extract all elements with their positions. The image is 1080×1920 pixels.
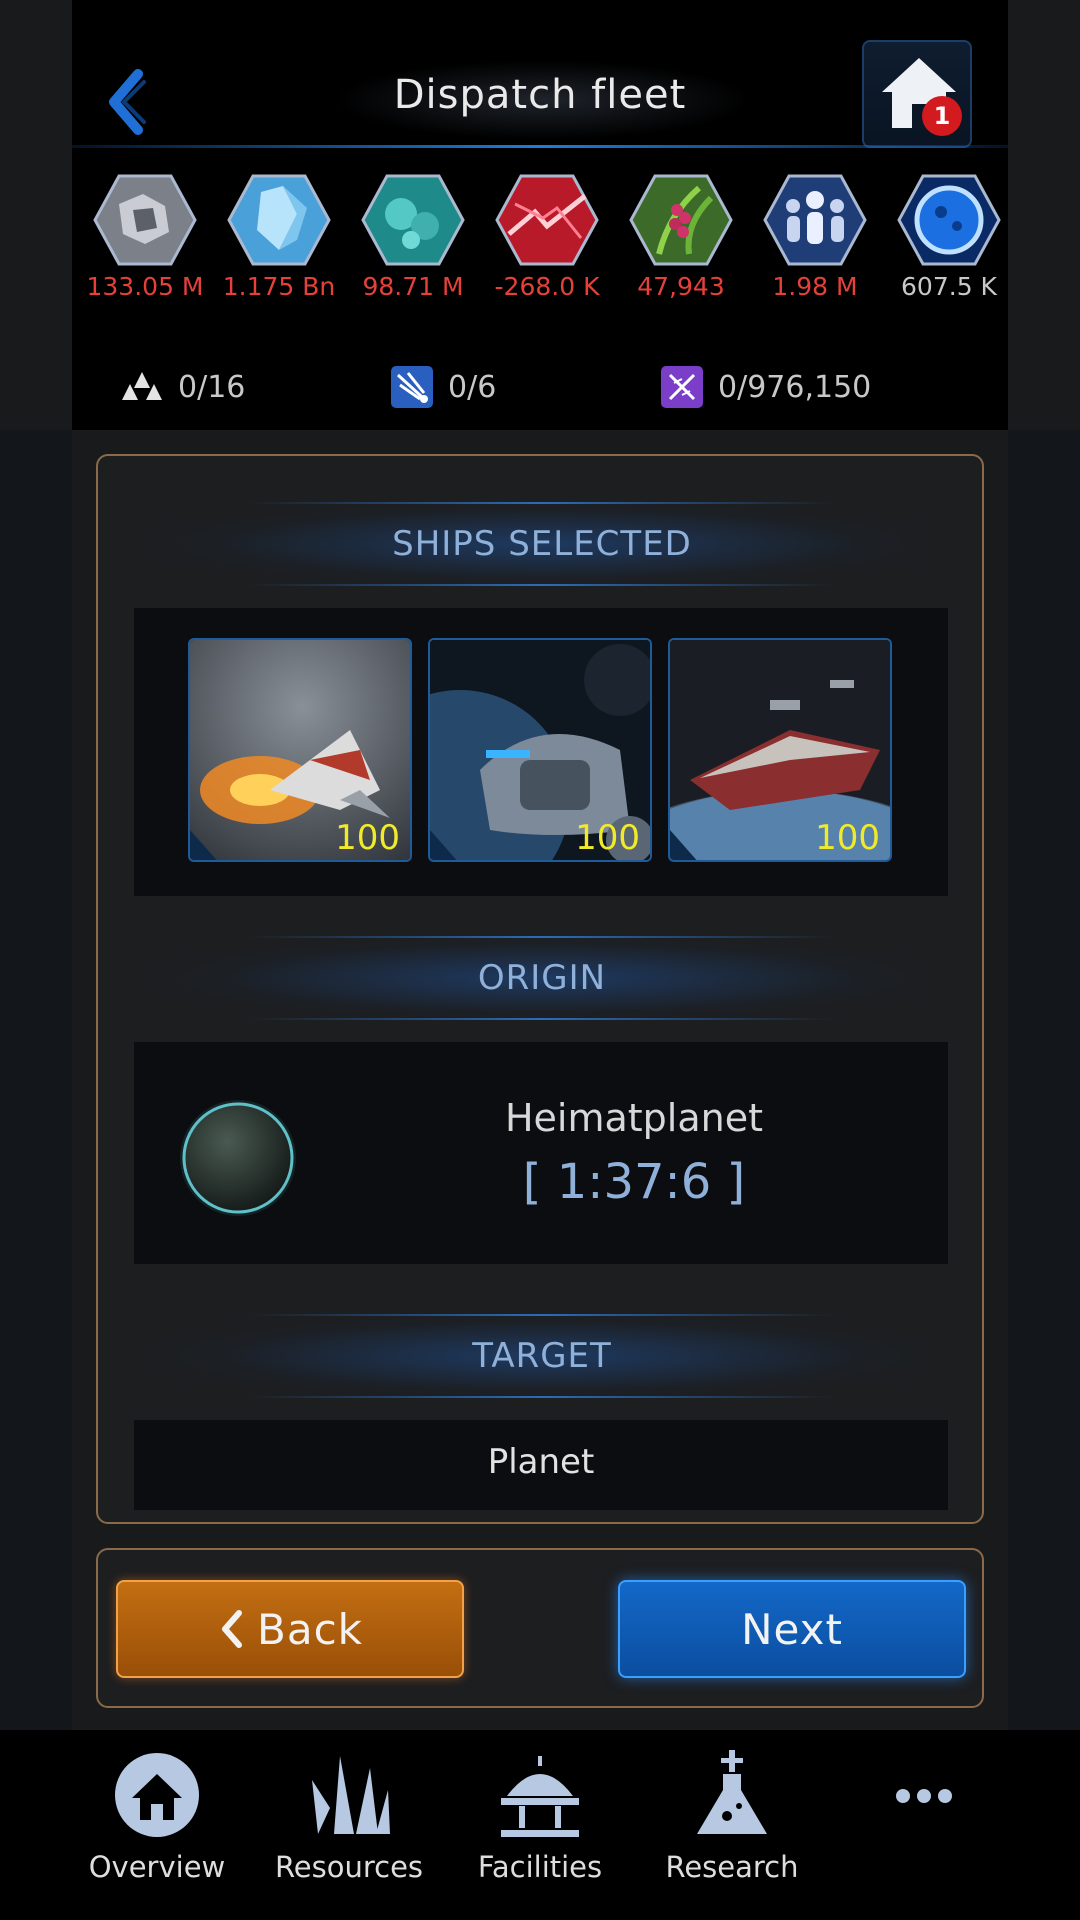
crystals-icon [312,1756,390,1834]
nav-research-label: Research [665,1850,799,1884]
dna-counter: 0/976,150 [660,362,871,412]
home-button[interactable]: 1 [862,40,972,148]
dna-icon [661,366,703,408]
resource-bar: 133.05 M 1.175 Bn 98.71 M -268.0 K 47,94… [72,150,1008,430]
expedition-icon [391,366,433,408]
resource-crystal[interactable]: 1.175 Bn [212,174,346,301]
fleet-counters: 0/16 0/6 0/976,150 [72,362,1008,412]
next-button[interactable]: Next [618,1580,966,1678]
notification-badge: 1 [922,96,962,136]
dna-value: 0/976,150 [718,369,872,405]
resource-population[interactable]: 1.98 M [748,174,882,301]
resource-value: 1.175 Bn [222,272,336,301]
resource-value: 133.05 M [86,272,204,301]
resource-metal[interactable]: 133.05 M [78,174,212,301]
origin-box[interactable]: Heimatplanet [ 1:37:6 ] [134,1042,948,1264]
expedition-slots-counter: 0/6 [390,362,496,412]
back-button-label: Back [257,1604,363,1654]
nav-facilities-label: Facilities [477,1850,603,1884]
house-icon [115,1753,199,1837]
resource-value: 1.98 M [772,272,858,301]
fleet-slots-value: 0/16 [178,369,246,405]
planet-icon [180,1100,296,1216]
chevron-left-icon [222,1610,243,1648]
target-box[interactable]: Planet [134,1420,948,1510]
left-gutter [0,430,72,1730]
crystal-icon [227,174,331,266]
nav-overview[interactable]: Overview [67,1750,247,1884]
bottom-nav: Overview Resources Facilities Research [0,1730,1080,1920]
ship-count: 100 [575,818,640,858]
ship-count: 100 [335,818,400,858]
ship-card-fighter[interactable]: 100 [188,638,412,862]
header-bar: Dispatch fleet 1 [72,0,1008,150]
research-orb-icon [897,174,1001,266]
origin-heading: ORIGIN [158,936,926,1020]
flask-icon [697,1750,767,1834]
population-icon [763,174,867,266]
ship-card-cruiser[interactable]: 100 [668,638,892,862]
metal-ore-icon [93,174,197,266]
nav-overview-label: Overview [88,1850,226,1884]
next-button-label: Next [741,1604,843,1654]
action-panel: Back Next [96,1548,984,1708]
resource-value: 98.71 M [362,272,464,301]
fleet-ships-icon [122,372,162,400]
ships-selected-heading: SHIPS SELECTED [158,502,926,586]
home-icon [882,58,956,128]
nav-facilities[interactable]: Facilities [450,1750,630,1884]
right-gutter [1008,430,1080,1730]
origin-coordinates: [ 1:37:6 ] [522,1154,746,1210]
resource-deuterium[interactable]: 98.71 M [346,174,480,301]
resource-value: -268.0 K [494,272,600,301]
deuterium-icon [361,174,465,266]
ship-count: 100 [815,818,880,858]
ship-card-transporter[interactable]: 100 [428,638,652,862]
ships-selected-box: 100 100 100 [134,608,948,896]
food-icon [629,174,733,266]
resource-energy[interactable]: -268.0 K [480,174,614,301]
nav-more[interactable] [834,1786,1014,1806]
dome-icon [501,1756,579,1837]
fleet-slots-counter: 0/16 [120,362,245,412]
resource-food[interactable]: 47,943 [614,174,748,301]
back-button[interactable]: Back [116,1580,464,1678]
nav-research[interactable]: Research [642,1750,822,1884]
resource-value: 47,943 [637,272,725,301]
header-divider [72,145,1008,148]
nav-resources[interactable]: Resources [259,1750,439,1884]
nav-resources-label: Resources [274,1850,424,1884]
expedition-slots-value: 0/6 [448,369,497,405]
resource-value: 607.5 K [901,272,997,301]
origin-planet-name: Heimatplanet [504,1096,764,1140]
resource-research[interactable]: 607.5 K [882,174,1016,301]
target-heading: TARGET [158,1314,926,1398]
dispatch-panel: SHIPS SELECTED 100 100 100 ORIGIN Heimat… [96,454,984,1524]
energy-icon [495,174,599,266]
more-dots-icon [896,1789,952,1803]
target-type-label: Planet [487,1442,595,1482]
